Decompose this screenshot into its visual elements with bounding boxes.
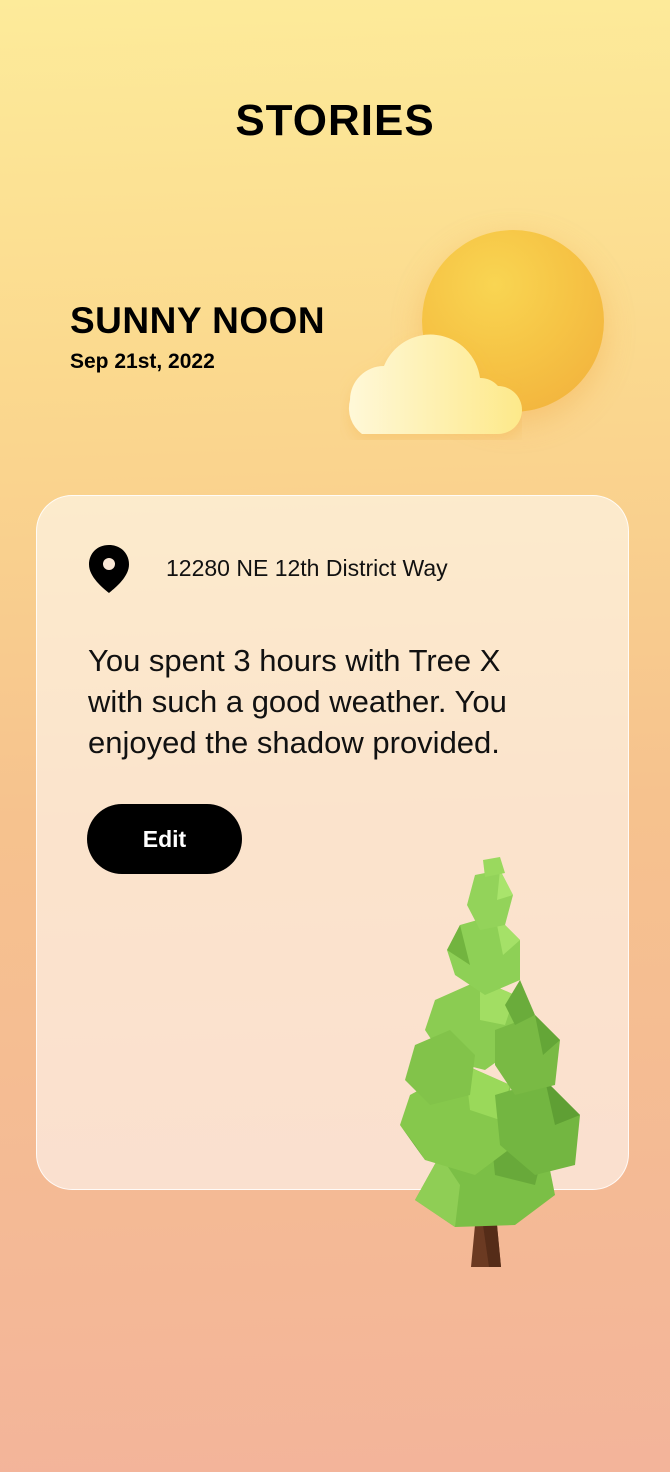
story-title: SUNNY NOON [70, 300, 326, 341]
edit-button[interactable]: Edit [87, 804, 242, 874]
story-description: You spent 3 hours with Tree X with such … [88, 643, 507, 760]
sun-behind-cloud-icon [330, 220, 620, 460]
address-text: 12280 NE 12th District Way [166, 555, 448, 581]
location-pin-icon [89, 545, 129, 593]
tree-icon [400, 857, 580, 1267]
page-title: STORIES [235, 96, 435, 145]
cloud-icon [348, 334, 522, 434]
story-date: Sep 21st, 2022 [70, 350, 215, 373]
